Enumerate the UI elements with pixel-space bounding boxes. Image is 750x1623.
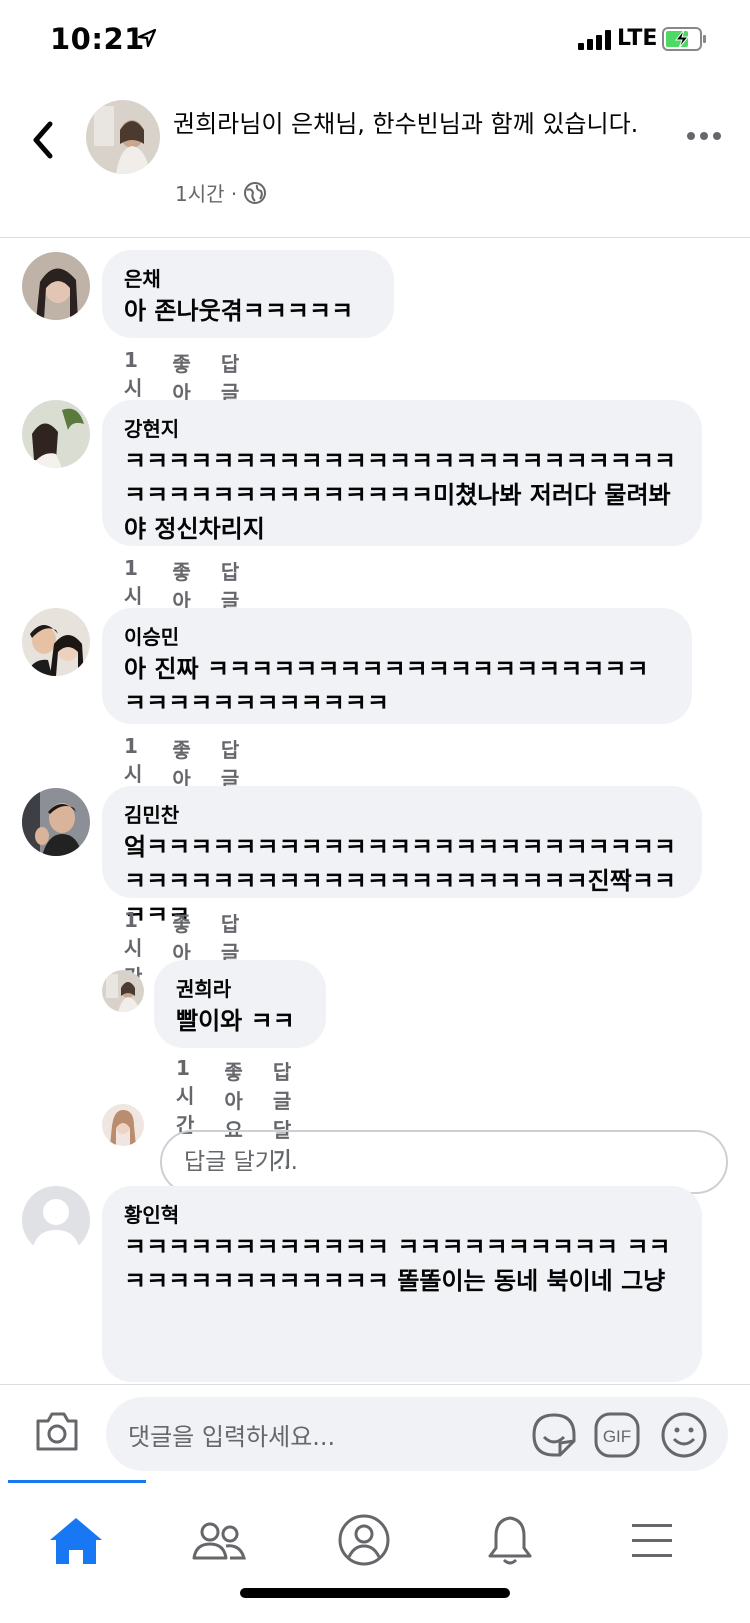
home-indicator — [240, 1588, 510, 1598]
comment-text: 아 존나웃겪ㅋㅋㅋㅋㅋ — [124, 297, 354, 325]
my-avatar — [102, 1104, 144, 1146]
commenter-avatar[interactable] — [22, 1186, 90, 1254]
commenter-name[interactable]: 황인혁 — [124, 1200, 680, 1230]
menu-icon[interactable] — [622, 1510, 682, 1570]
network-type: LTE — [617, 26, 658, 51]
comment-bubble[interactable]: 은채 아 존나웃겪ㅋㅋㅋㅋㅋ — [102, 250, 394, 338]
post-title[interactable]: 권희라님이 은채님, 한수빈님과 함께 있습니다. — [173, 106, 643, 142]
location-arrow-icon — [137, 28, 157, 48]
status-bar: 10:21 LTE — [0, 0, 750, 84]
post-time: 1시간 · — [175, 182, 238, 206]
commenter-name[interactable]: 김민찬 — [124, 800, 680, 830]
comment-placeholder: 댓글을 입력하세요... — [128, 1423, 336, 1451]
comment-bubble[interactable]: 강현지 ㅋㅋㅋㅋㅋㅋㅋㅋㅋㅋㅋㅋㅋㅋㅋㅋㅋㅋㅋㅋㅋㅋㅋㅋㅋㅋㅋㅋㅋㅋㅋㅋㅋㅋㅋㅋ… — [102, 400, 702, 546]
author-avatar[interactable] — [86, 100, 160, 174]
back-icon[interactable] — [28, 118, 58, 162]
post-header: 권희라님이 은채님, 한수빈님과 함께 있습니다. 1시간 · — [0, 90, 750, 238]
comment-bubble[interactable]: 김민찬 엌ㅋㅋㅋㅋㅋㅋㅋㅋㅋㅋㅋㅋㅋㅋㅋㅋㅋㅋㅋㅋㅋㅋㅋㅋㅋㅋㅋㅋㅋㅋㅋㅋㅋㅋㅋ… — [102, 786, 702, 929]
profile-icon[interactable] — [334, 1510, 394, 1570]
commenter-avatar[interactable] — [22, 400, 90, 468]
friends-icon[interactable] — [188, 1510, 248, 1570]
battery-icon — [662, 27, 706, 51]
comment-text: 빨이와 ㅋㅋ — [176, 1007, 295, 1035]
signal-icon — [578, 30, 611, 50]
gif-icon[interactable]: GIF — [594, 1412, 640, 1458]
home-icon[interactable] — [46, 1510, 106, 1570]
camera-icon[interactable] — [34, 1409, 80, 1453]
sticker-icon[interactable] — [530, 1411, 578, 1459]
commenter-avatar[interactable] — [22, 608, 90, 676]
reply-input[interactable]: 답글 달기... — [160, 1130, 728, 1194]
comment-composer: 댓글을 입력하세요... GIF — [0, 1384, 750, 1480]
commenter-name[interactable]: 은채 — [124, 264, 372, 294]
commenter-name[interactable]: 권희라 — [176, 974, 304, 1004]
commenter-name[interactable]: 이승민 — [124, 622, 670, 652]
status-time: 10:21 — [50, 22, 145, 56]
tab-bar — [0, 1480, 750, 1623]
comment-text: ㅋㅋㅋㅋㅋㅋㅋㅋㅋㅋㅋㅋㅋㅋㅋㅋㅋㅋㅋㅋㅋㅋㅋㅋㅋㅋㅋㅋㅋㅋㅋㅋㅋㅋㅋㅋㅋㅋㅋ미… — [124, 447, 676, 543]
active-tab-indicator — [8, 1480, 146, 1483]
comment-text: ㅋㅋㅋㅋㅋㅋㅋㅋㅋㅋㅋㅋ ㅋㅋㅋㅋㅋㅋㅋㅋㅋㅋ ㅋㅋㅋㅋㅋㅋㅋㅋㅋㅋㅋㅋㅋㅋ 똘… — [124, 1233, 671, 1295]
commenter-name[interactable]: 강현지 — [124, 414, 680, 444]
comment-bubble[interactable]: 황인혁 ㅋㅋㅋㅋㅋㅋㅋㅋㅋㅋㅋㅋ ㅋㅋㅋㅋㅋㅋㅋㅋㅋㅋ ㅋㅋㅋㅋㅋㅋㅋㅋㅋㅋㅋㅋ… — [102, 1186, 702, 1382]
more-options-icon[interactable] — [686, 128, 722, 144]
commenter-avatar[interactable] — [102, 970, 144, 1012]
svg-text:GIF: GIF — [603, 1427, 631, 1446]
notifications-icon[interactable] — [480, 1510, 540, 1570]
globe-icon[interactable] — [243, 181, 267, 205]
comment-bubble[interactable]: 이승민 아 진짜 ㅋㅋㅋㅋㅋㅋㅋㅋㅋㅋㅋㅋㅋㅋㅋㅋㅋㅋㅋㅋㅋㅋㅋㅋㅋㅋㅋㅋㅋㅋㅋ… — [102, 608, 692, 724]
comment-input[interactable]: 댓글을 입력하세요... GIF — [106, 1397, 728, 1471]
commenter-avatar[interactable] — [22, 252, 90, 320]
comment-text: 아 진짜 ㅋㅋㅋㅋㅋㅋㅋㅋㅋㅋㅋㅋㅋㅋㅋㅋㅋㅋㅋㅋㅋㅋㅋㅋㅋㅋㅋㅋㅋㅋㅋㅋ — [124, 655, 649, 717]
post-meta: 1시간 · — [175, 178, 267, 207]
comment-bubble[interactable]: 권희라 빨이와 ㅋㅋ — [154, 960, 326, 1048]
commenter-avatar[interactable] — [22, 788, 90, 856]
emoji-icon[interactable] — [660, 1411, 708, 1459]
